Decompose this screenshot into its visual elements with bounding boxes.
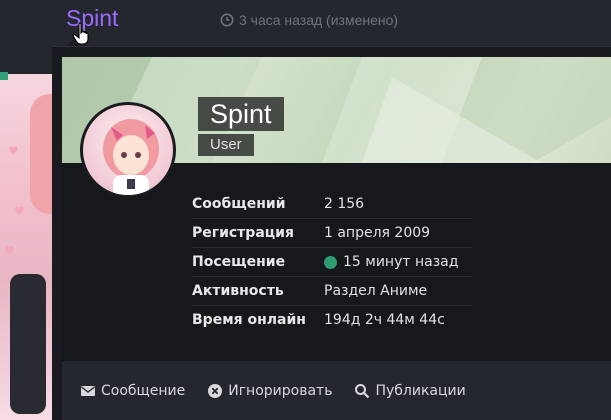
last-visit-text: 15 минут назад <box>343 254 459 270</box>
post-time: 3 часа назад (изменено) <box>220 12 398 28</box>
member-tooltip: Spint User Сообщений 2 156 Регистрация 1 <box>52 46 611 420</box>
message-button[interactable]: Сообщение <box>80 383 185 399</box>
user-role-badge: User <box>198 134 254 156</box>
times-circle-icon <box>208 384 223 398</box>
stat-value: Раздел Аниме <box>324 283 428 299</box>
stat-row-registration: Регистрация 1 апреля 2009 <box>192 218 472 247</box>
stat-value: 1 апреля 2009 <box>324 225 431 241</box>
search-icon <box>355 384 370 399</box>
envelope-icon <box>81 386 95 396</box>
post-author-avatar-image: ♥ ♥ ♥ <box>0 74 52 420</box>
stat-row-activity: Активность Раздел Аниме <box>192 276 472 305</box>
stat-label: Активность <box>192 283 284 299</box>
publications-button[interactable]: Публикации <box>354 383 466 399</box>
member-card: Spint User Сообщений 2 156 Регистрация 1 <box>62 57 611 420</box>
publications-button-label: Публикации <box>375 383 466 399</box>
stat-row-online-time: Время онлайн 194д 2ч 44м 44с <box>192 305 472 334</box>
message-button-label: Сообщение <box>101 383 186 399</box>
stat-label: Регистрация <box>192 225 294 241</box>
hand-cursor-icon <box>72 22 89 45</box>
post-time-text: 3 часа назад (изменено) <box>239 12 399 28</box>
stat-row-messages: Сообщений 2 156 <box>192 189 472 218</box>
stat-label: Посещение <box>192 254 286 270</box>
stat-value: 194д 2ч 44м 44с <box>324 312 445 328</box>
online-status-icon <box>324 255 337 269</box>
member-actions: Сообщение Игнорировать Публикации <box>62 361 611 420</box>
corner-marker <box>0 72 8 80</box>
clock-icon <box>220 13 234 27</box>
profile-avatar[interactable] <box>80 102 176 198</box>
stat-value: 2 156 <box>324 195 365 212</box>
stat-label: Сообщений <box>192 195 286 212</box>
stat-label: Время онлайн <box>192 312 306 328</box>
profile-name[interactable]: Spint <box>198 97 284 131</box>
ignore-button-label: Игнорировать <box>228 383 333 399</box>
ignore-button[interactable]: Игнорировать <box>207 383 332 399</box>
member-stats: Сообщений 2 156 Регистрация 1 апреля 200… <box>192 189 472 334</box>
stat-value-last-visit: 15 минут назад <box>324 254 458 270</box>
stat-row-last-visit: Посещение 15 минут назад <box>192 247 472 276</box>
